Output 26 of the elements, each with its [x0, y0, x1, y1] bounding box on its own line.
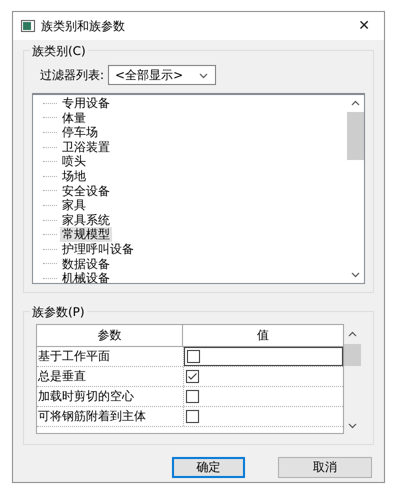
group-title: 族参数(P)	[30, 304, 87, 321]
column-header: 参数	[37, 325, 183, 346]
tree-item[interactable]: 家具	[60, 198, 88, 213]
filter-dropdown[interactable]: <全部显示>	[108, 65, 216, 85]
filter-label: 过滤器列表:	[40, 66, 104, 84]
table-cell: 可将钢筋附着到主体	[37, 407, 184, 426]
close-button[interactable]: ✕	[354, 18, 374, 34]
tree-item[interactable]: 场地	[60, 168, 88, 184]
tree-item[interactable]: 家具系统	[60, 212, 112, 228]
tree-item[interactable]: 停车场	[60, 125, 100, 140]
column-header: 值	[256, 327, 270, 344]
tree-item[interactable]: 专用设备	[60, 96, 112, 111]
tree-item[interactable]: 数据设备	[60, 256, 112, 272]
tree-item[interactable]: 常规模型	[60, 227, 112, 242]
table-cell: 基于工作平面	[37, 347, 184, 366]
table-cell: 总是垂直	[37, 367, 184, 386]
tree-item[interactable]: 护理呼叫设备	[60, 242, 136, 257]
ok-button[interactable]: 确定	[172, 457, 245, 478]
tree-item[interactable]: 体量	[60, 110, 88, 126]
tree-item[interactable]: 卫浴装置	[60, 140, 112, 154]
cancel-button[interactable]: 取消	[278, 457, 372, 478]
group-title: 族类别(C)	[30, 43, 88, 60]
tree-item[interactable]: 安全设备	[60, 184, 112, 198]
window-title: 族类别和族参数	[41, 18, 126, 34]
table-cell: 加载时剪切的空心	[37, 387, 184, 406]
tree-item[interactable]: 喷头	[60, 154, 88, 169]
